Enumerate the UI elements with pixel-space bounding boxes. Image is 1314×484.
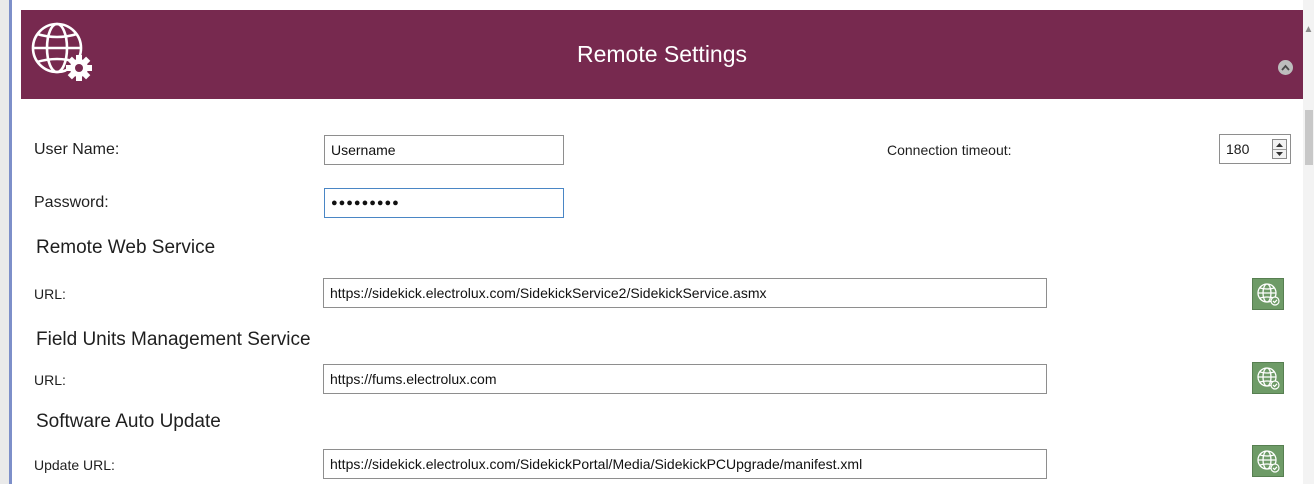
field-units-heading: Field Units Management Service [36, 329, 311, 350]
window-left-accent [9, 0, 12, 484]
auto-update-heading: Software Auto Update [36, 411, 221, 432]
chevron-up-icon [1281, 64, 1290, 71]
page-title: Remote Settings [576, 41, 748, 67]
scroll-up-arrow[interactable]: ▲ [1303, 22, 1314, 38]
globe-check-icon [1257, 283, 1280, 306]
stepper-down-button[interactable] [1273, 149, 1286, 158]
remote-url-field[interactable]: https://sidekick.electrolux.com/Sidekick… [323, 278, 1047, 308]
test-remote-url-button[interactable] [1252, 278, 1284, 310]
remote-url-label: URL: [34, 286, 66, 302]
window-left-edge [0, 0, 9, 484]
settings-header: Remote Settings [21, 10, 1303, 99]
remote-web-service-heading: Remote Web Service [36, 237, 216, 258]
test-field-units-url-button[interactable] [1252, 362, 1284, 394]
connection-timeout-stepper[interactable]: 180 [1219, 134, 1291, 164]
update-url-field[interactable]: https://sidekick.electrolux.com/Sidekick… [323, 449, 1047, 479]
stepper-buttons [1272, 139, 1287, 159]
globe-check-icon [1257, 367, 1280, 390]
username-field[interactable]: Username [324, 135, 564, 165]
vertical-scrollbar[interactable] [1303, 0, 1314, 484]
test-update-url-button[interactable] [1252, 445, 1284, 477]
triangle-up-icon [1276, 142, 1283, 147]
field-units-url-field[interactable]: https://fums.electrolux.com [323, 364, 1047, 394]
field-units-url-label: URL: [34, 372, 66, 388]
update-url-label: Update URL: [34, 457, 115, 473]
password-label: Password: [34, 194, 109, 211]
triangle-down-icon [1276, 151, 1283, 156]
password-field[interactable]: ●●●●●●●●● [324, 188, 564, 218]
username-label: User Name: [34, 141, 120, 158]
connection-timeout-label: Connection timeout: [887, 142, 1012, 158]
scrollbar-thumb[interactable] [1305, 110, 1313, 165]
timeout-value: 180 [1226, 141, 1250, 157]
collapse-button[interactable] [1278, 60, 1293, 75]
globe-check-icon [1257, 450, 1280, 473]
